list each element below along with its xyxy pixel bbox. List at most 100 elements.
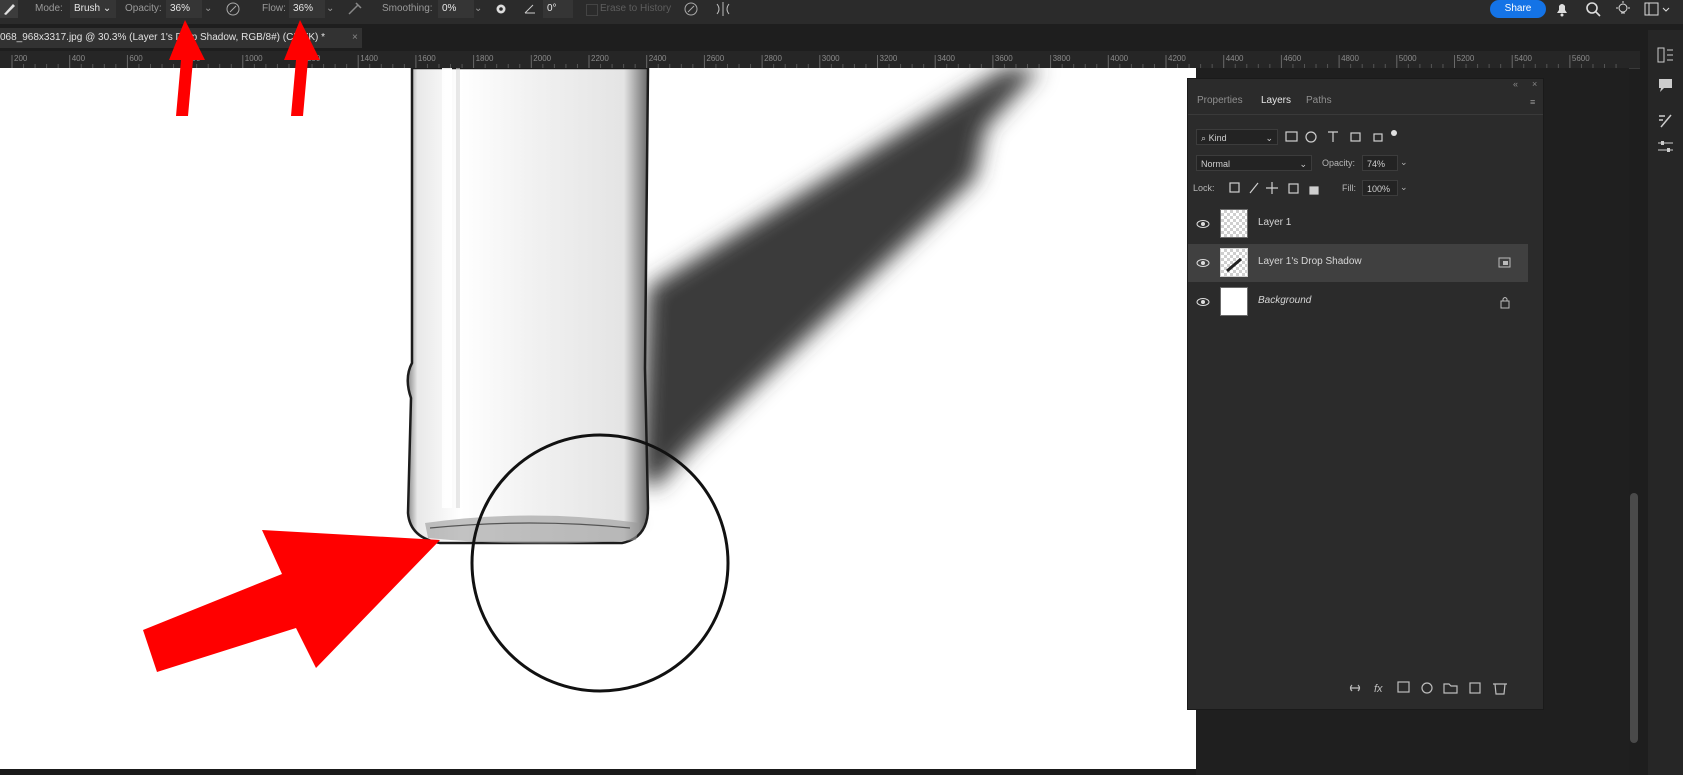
smart-object-filter-icon[interactable] [1373,133,1383,142]
flow-input[interactable]: 36% [289,0,325,18]
flow-label: Flow: [262,3,286,14]
ruler-tick-label: 4800 [1341,54,1359,63]
lock-icon [1500,297,1510,309]
fill-chevron-icon[interactable]: ⌄ [1400,182,1408,193]
adjustments-icon[interactable] [1656,138,1676,156]
layer-row-background[interactable]: Background [1188,283,1528,321]
chevron-down-icon: ⌄ [1265,133,1273,143]
layer-name: Background [1258,295,1312,306]
ruler-tick-label: 3600 [995,54,1013,63]
glass-bottle [406,68,650,545]
layers-panel-footer: fx [1349,681,1507,695]
ruler-tick-label: 4200 [1168,54,1186,63]
visibility-eye-icon[interactable] [1196,295,1210,309]
ruler-tick-label: 5200 [1457,54,1475,63]
ruler-tick-label: 4400 [1226,54,1244,63]
annotation-arrows-top [169,20,320,116]
collapse-panel-icon[interactable]: « [1513,79,1518,89]
ruler-tick-label: 2200 [591,54,609,63]
ruler-tick-label: 4600 [1283,54,1301,63]
tab-properties[interactable]: Properties [1197,95,1243,106]
layer-filter-icons [1285,130,1397,143]
ruler-tick-label: 5000 [1399,54,1417,63]
mode-select[interactable]: Brush ⌄ [70,0,116,18]
add-mask-icon[interactable] [1397,681,1410,693]
pixel-filter-icon[interactable] [1285,131,1298,142]
status-strip [0,769,1196,775]
layer-row-drop-shadow[interactable]: Layer 1's Drop Shadow [1188,244,1528,282]
opacity-input[interactable]: 36% [166,0,202,18]
ruler-tick-label: 200 [14,54,28,63]
tab-paths[interactable]: Paths [1306,95,1332,106]
opacity-chevron-icon[interactable]: ⌄ [1400,157,1408,168]
flow-dropdown-chevron-icon[interactable]: ⌄ [326,0,334,18]
annotation-arrow-opacity [169,20,205,116]
chevron-down-icon: ⌄ [1299,159,1307,169]
pressure-size-icon[interactable] [682,0,700,18]
ruler-tick-label: 3800 [1053,54,1071,63]
panel-menu-icon[interactable]: ≡ [1530,97,1535,107]
layer-row-layer-1[interactable]: Layer 1 [1188,205,1528,243]
type-filter-icon[interactable] [1328,131,1338,142]
brush-settings-icon[interactable] [1656,112,1676,130]
pressure-opacity-icon[interactable] [225,0,241,18]
ruler-tick-label: 2600 [706,54,724,63]
adjustment-filter-icon[interactable] [1305,131,1317,143]
blend-mode-select[interactable]: Normal ⌄ [1196,155,1312,171]
smoothing-dropdown-chevron-icon[interactable]: ⌄ [474,0,482,18]
shape-filter-icon[interactable] [1350,132,1361,142]
fx-icon[interactable]: fx [1374,683,1383,695]
filter-toggle-icon[interactable] [1391,130,1397,136]
search-icon[interactable] [1584,0,1602,18]
link-layers-icon[interactable] [1349,684,1361,692]
mode-label: Mode: [35,3,63,14]
close-tab-icon[interactable]: × [352,28,358,48]
close-panel-icon[interactable]: × [1532,79,1537,89]
symmetry-icon[interactable] [714,0,732,18]
airbrush-icon[interactable] [346,0,364,18]
lock-image-icon[interactable] [1249,182,1259,194]
angle-icon [523,0,537,18]
opacity-label: Opacity: [125,3,162,14]
fill-input[interactable]: 100% [1362,180,1398,196]
share-button[interactable]: Share [1490,0,1546,18]
vertical-scrollbar[interactable] [1630,493,1638,743]
layer-thumbnail [1220,248,1248,277]
ruler-tick-label: 5600 [1572,54,1590,63]
visibility-eye-icon[interactable] [1196,256,1210,270]
layer-thumbnail [1220,209,1248,238]
layer-opacity-input[interactable]: 74% [1362,155,1398,171]
layer-name: Layer 1 [1258,217,1292,228]
new-group-icon[interactable] [1443,683,1458,694]
filter-kind-select[interactable]: ⌕ Kind ⌄ [1196,129,1278,145]
document-canvas[interactable] [0,68,1196,769]
filter-kind-value: Kind [1208,133,1227,143]
lock-artboard-icon[interactable] [1288,183,1299,194]
lock-position-icon[interactable] [1266,182,1278,194]
brush-tool-icon[interactable] [0,0,18,18]
ruler-tick-label: 1400 [360,54,378,63]
smoothing-input[interactable]: 0% [438,0,474,18]
bell-icon[interactable] [1553,0,1571,18]
delete-layer-icon[interactable] [1493,683,1507,695]
adjustment-layer-icon[interactable] [1421,682,1433,694]
layer-thumbnail [1220,287,1248,316]
visibility-eye-icon[interactable] [1196,217,1210,231]
opacity-dropdown-chevron-icon[interactable]: ⌄ [204,0,212,18]
lock-all-icon[interactable] [1309,186,1319,195]
tab-layers[interactable]: Layers [1261,95,1291,106]
annotation-arrow-flow [284,20,320,116]
comment-icon[interactable] [1656,76,1676,94]
new-layer-icon[interactable] [1469,682,1481,694]
history-icon[interactable] [1656,46,1676,64]
erase-to-history-checkbox[interactable] [586,4,598,16]
mode-value: Brush [74,3,101,14]
ruler-tick-label: 3400 [937,54,955,63]
lock-transparency-icon[interactable] [1229,182,1240,193]
lightbulb-icon[interactable] [1614,0,1632,18]
smoothing-settings-gear-icon[interactable] [493,0,509,18]
erase-to-history-label: Erase to History [600,3,672,14]
blend-mode-value: Normal [1201,159,1231,169]
workspace-icon[interactable] [1643,0,1670,18]
angle-input[interactable]: 0° [543,0,573,18]
